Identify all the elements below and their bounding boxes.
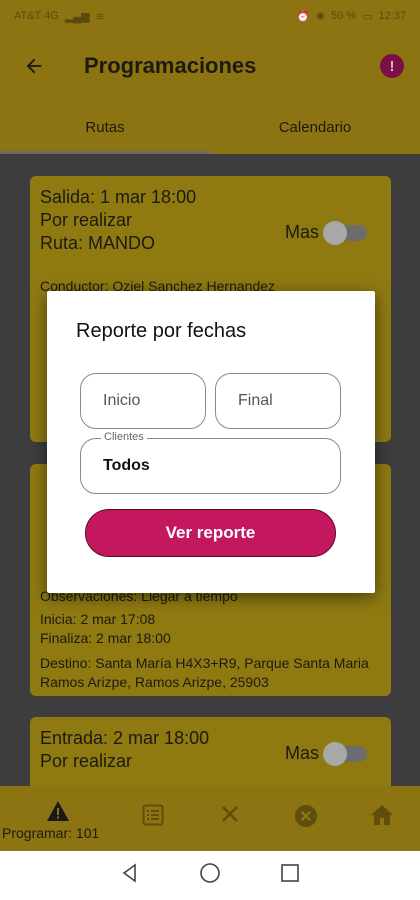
carrier-text: AT&T 4G [14,10,59,22]
route-card[interactable]: Entrada: 2 mar 18:00 Por realizar Mas [30,717,391,786]
report-dialog: Reporte por fechas Inicio Final Clientes… [47,291,375,593]
wifi-icon: ≋ [95,10,105,23]
tab-rutas[interactable]: Rutas [0,100,210,154]
signal-icon: ▂▄▆ [64,10,90,23]
clients-value: Todos [103,457,150,474]
arrow-left-icon [26,58,42,74]
nav-back-icon[interactable] [120,863,140,888]
mas-toggle[interactable]: Mas [284,741,367,766]
view-report-button[interactable]: Ver reporte [85,509,336,557]
battery-text: 50 % [330,10,357,22]
back-button[interactable] [0,32,68,100]
battery-icon: ▭ [362,10,373,23]
tab-bar: Rutas Calendario [0,100,420,154]
alert-icon[interactable]: ! [380,54,404,78]
end-date-placeholder: Final [238,392,273,409]
mas-label: Mas [284,743,319,763]
mas-label: Mas [284,222,319,242]
page-title: Programaciones [84,53,257,78]
warning-icon[interactable] [46,800,70,827]
card-departure: Salida: 1 mar 18:00 [40,187,197,207]
card-start: Inicia: 2 mar 17:08 [40,611,156,627]
system-nav-bar [0,851,420,900]
home-icon[interactable] [370,804,394,831]
clients-select[interactable]: Clientes Todos [80,431,341,494]
nav-recents-icon[interactable] [280,863,300,888]
mas-toggle[interactable]: Mas [284,220,367,245]
bottom-bar: Programar: 101 [0,786,420,851]
alarm-icon: ⏰ [296,10,310,23]
nav-home-icon[interactable] [199,862,221,889]
app-bar: Programaciones ! [0,32,420,100]
clients-label: Clientes [101,431,147,443]
end-date-field[interactable]: Final [215,373,341,429]
card-destination: Destino: Santa María H4X3+R9, Parque San… [40,655,369,690]
bluetooth-icon: ✱ [315,10,325,23]
start-date-field[interactable]: Inicio [80,373,206,429]
cancel-circle-icon[interactable] [294,804,318,833]
list-icon[interactable] [142,804,164,831]
status-bar: AT&T 4G ▂▄▆ ≋ ⏰ ✱ 50 % ▭ 12:37 [0,0,420,32]
toggle-switch[interactable] [323,220,367,245]
close-icon[interactable] [220,804,240,829]
dialog-title: Reporte por fechas [76,320,247,342]
programar-count: Programar: 101 [2,825,100,841]
start-date-placeholder: Inicio [103,392,141,409]
time-text: 12:37 [378,10,406,22]
tab-calendario[interactable]: Calendario [210,100,420,154]
toggle-switch[interactable] [323,741,367,766]
card-end: Finaliza: 2 mar 18:00 [40,630,171,646]
